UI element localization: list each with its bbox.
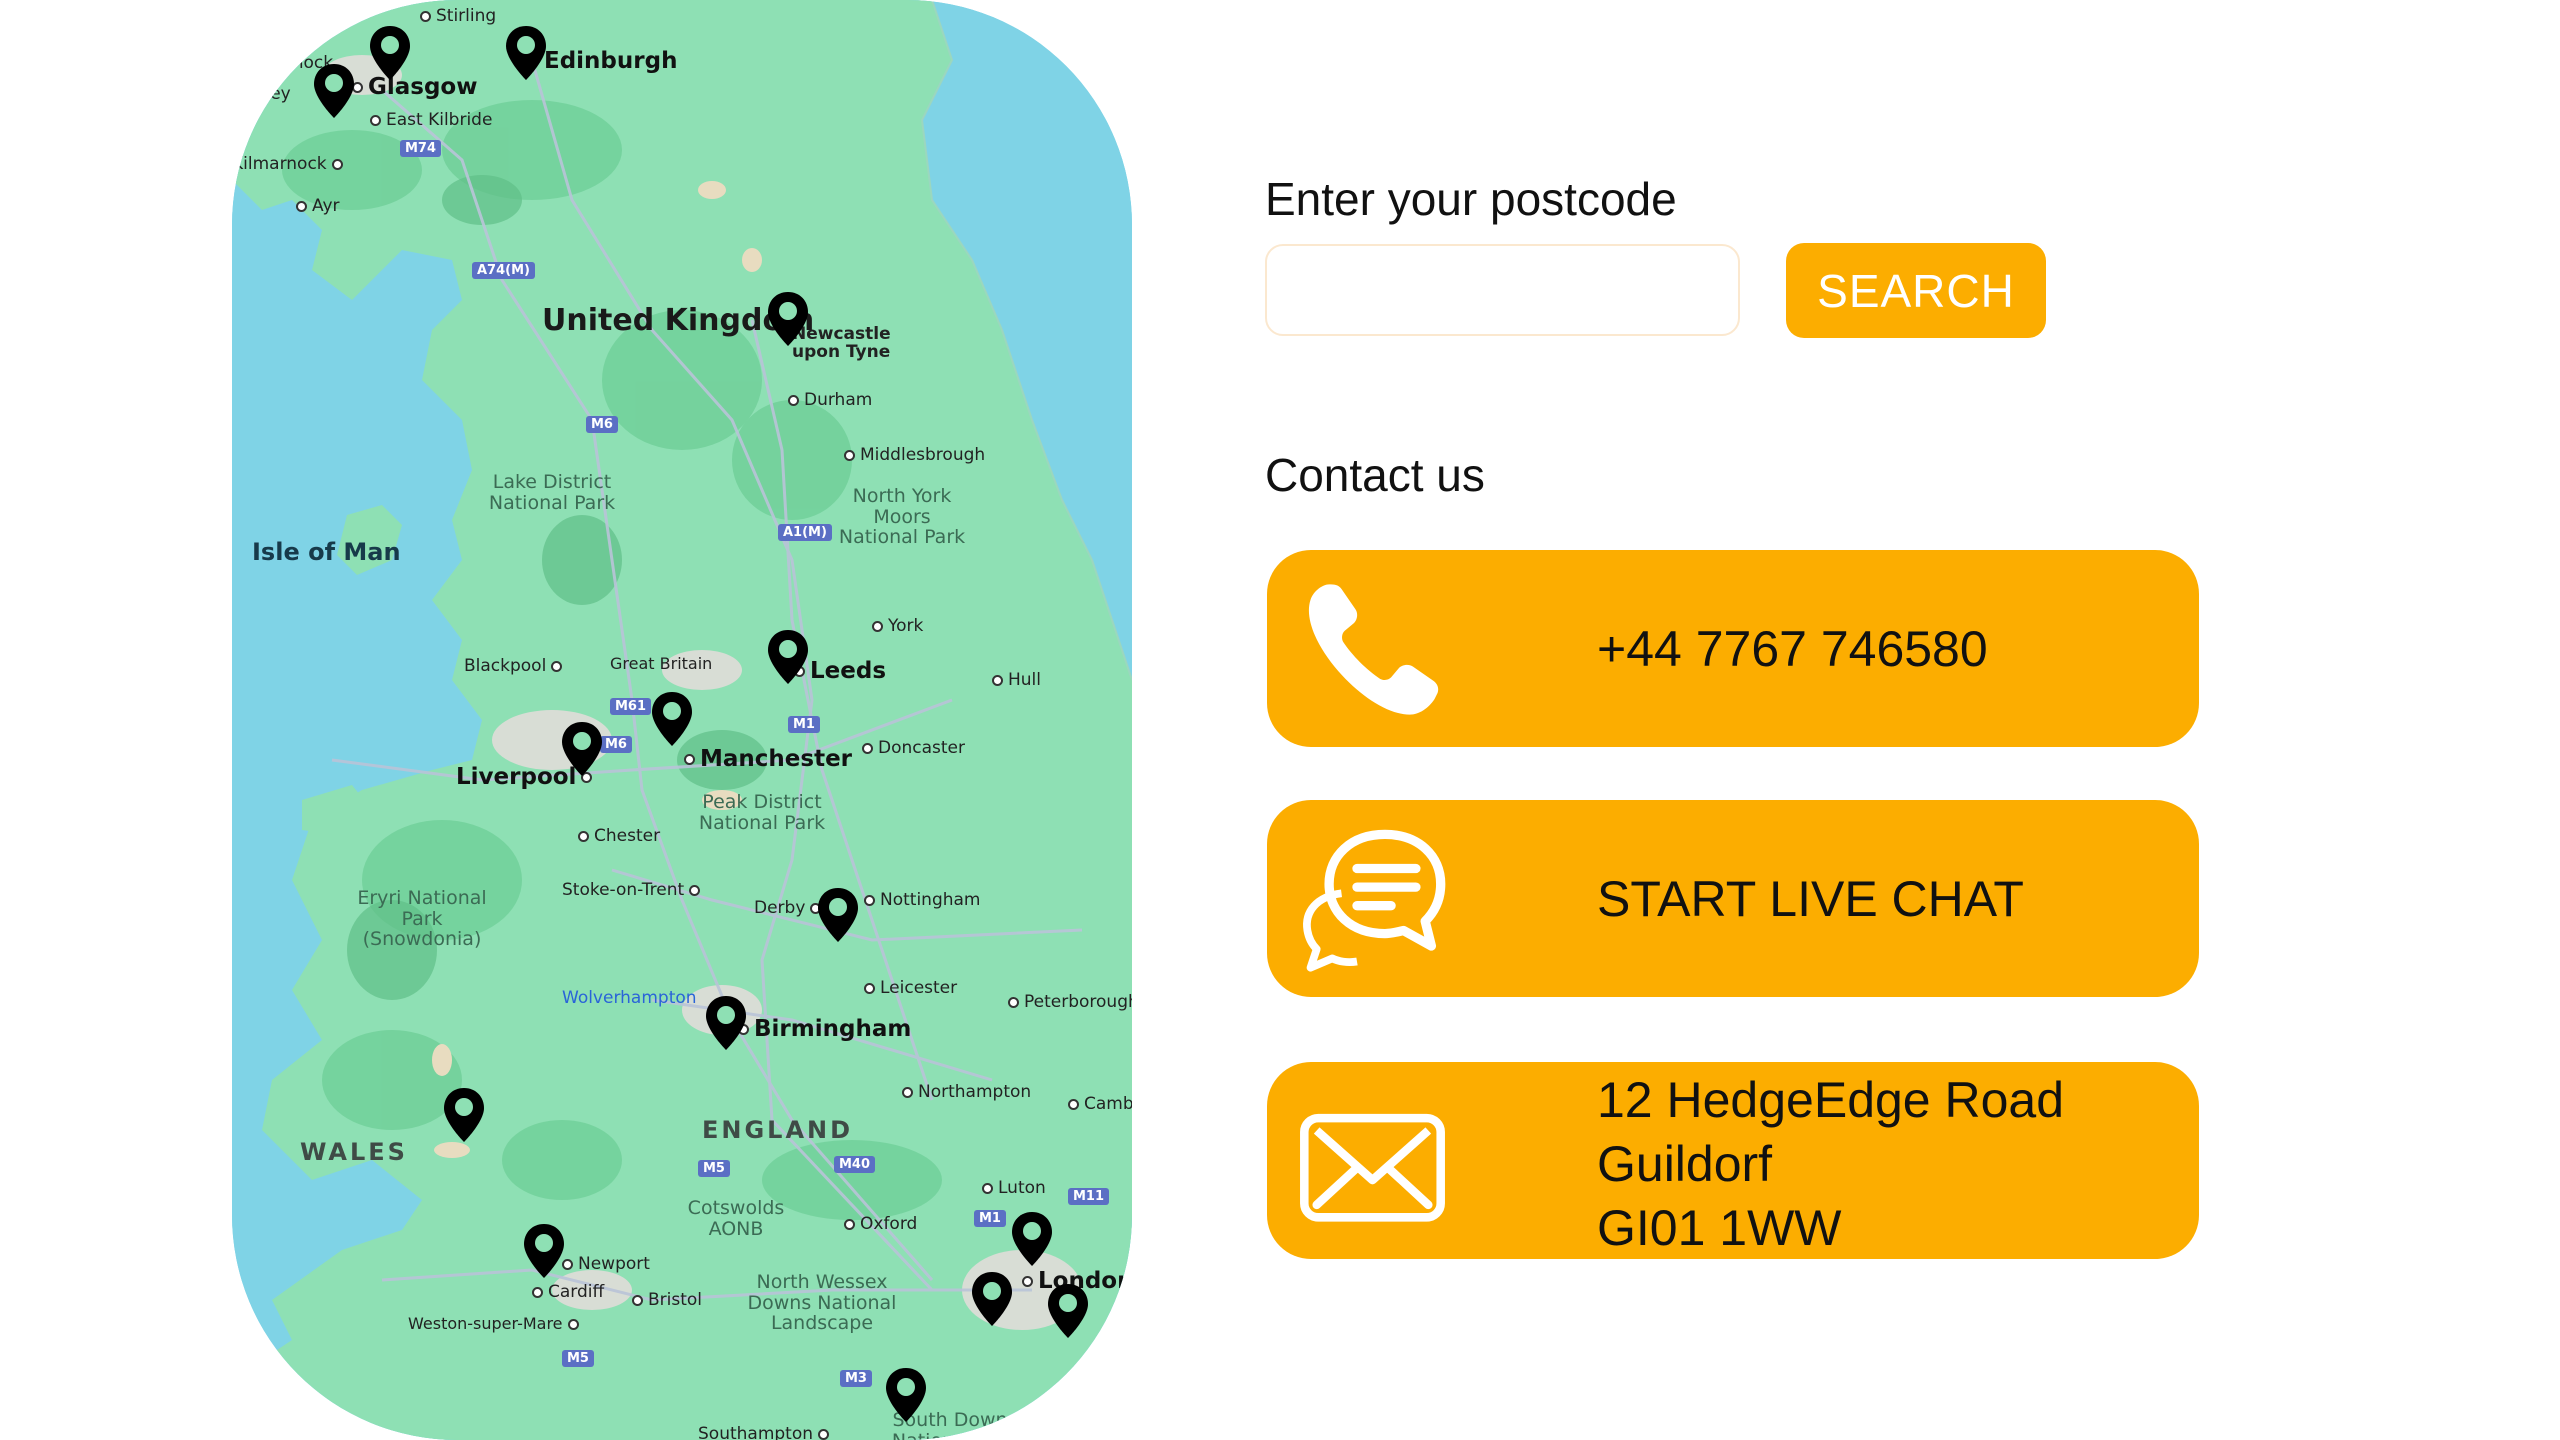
place-great-britain: Great Britain — [610, 654, 713, 673]
place-york: York — [872, 618, 923, 635]
location-pin[interactable] — [560, 720, 604, 778]
place-birmingham: Birmingham — [738, 1018, 911, 1041]
road-m74: M74 — [400, 140, 442, 157]
location-pin[interactable] — [650, 690, 694, 748]
place-paisley: Paisley — [232, 84, 291, 104]
envelope-icon — [1300, 1113, 1445, 1222]
location-pin[interactable] — [704, 994, 748, 1052]
phone-icon — [1308, 584, 1439, 715]
place-stirling: Stirling — [420, 8, 496, 25]
place-bristol: Bristol — [632, 1292, 702, 1309]
postcode-input[interactable] — [1265, 244, 1740, 336]
road-m61: M61 — [610, 698, 652, 715]
place-england: ENGLAND — [702, 1116, 854, 1144]
road-m40: M40 — [834, 1156, 876, 1173]
map-panel[interactable]: Stirling Greenock Glasgow Edinburgh Pais… — [232, 0, 1132, 1440]
place-cardiff: Cardiff — [532, 1284, 604, 1301]
place-lake-district: Lake District National Park — [488, 471, 616, 514]
road-m11: M11 — [1068, 1188, 1110, 1205]
location-pin[interactable] — [970, 1270, 1014, 1328]
live-chat-label: START LIVE CHAT — [1597, 870, 2024, 927]
search-button[interactable]: SEARCH — [1786, 243, 2046, 338]
location-pin[interactable] — [442, 1086, 486, 1144]
road-m5: M5 — [698, 1160, 730, 1177]
location-pin[interactable] — [1046, 1282, 1090, 1340]
phone-number: +44 7767 746580 — [1597, 620, 1988, 677]
place-cotswolds: Cotswolds AONB — [687, 1197, 785, 1240]
location-pin[interactable] — [368, 24, 412, 82]
location-pin[interactable] — [766, 290, 810, 348]
place-wolverhampton: Wolverhampton — [562, 988, 697, 1008]
place-nottingham: Nottingham — [864, 892, 981, 909]
place-chester: Chester — [578, 828, 660, 845]
location-pin[interactable] — [1010, 1210, 1054, 1268]
location-pin[interactable] — [312, 62, 356, 120]
place-middlesbrough: Middlesbrough — [844, 447, 985, 464]
place-north-york-moors: North York Moors National Park — [838, 485, 966, 549]
place-leicester: Leicester — [864, 980, 957, 997]
road-m3: M3 — [840, 1370, 872, 1387]
place-kilmarnock: Kilmarnock — [232, 156, 348, 173]
location-pin[interactable] — [816, 886, 860, 944]
place-ayr: Ayr — [296, 198, 340, 215]
address-line-3: GI01 1WW — [1597, 1200, 1842, 1256]
road-a1m: A1(M) — [778, 524, 832, 541]
place-stoke: Stoke-on-Trent — [562, 882, 705, 899]
location-pin[interactable] — [504, 24, 548, 82]
postcode-label: Enter your postcode — [1265, 173, 1677, 225]
address-line-2: Guildorf — [1597, 1136, 1773, 1192]
place-blackpool: Blackpool — [464, 658, 567, 675]
place-northampton: Northampton — [902, 1084, 1031, 1101]
location-pin[interactable] — [766, 628, 810, 686]
place-peterborough: Peterborough — [1008, 994, 1132, 1011]
place-cambridge: Cambridge — [1068, 1096, 1132, 1113]
road-a74m: A74(M) — [472, 262, 535, 279]
contact-title: Contact us — [1265, 449, 1485, 501]
place-southampton: Southampton — [698, 1426, 834, 1440]
road-m5-south: M5 — [562, 1350, 594, 1367]
place-east-kilbride: East Kilbride — [370, 112, 492, 129]
place-newport: Newport — [562, 1256, 650, 1273]
place-edinburgh: Edinburgh — [528, 50, 677, 73]
place-isle-of-man: Isle of Man — [252, 538, 401, 566]
place-peak-district: Peak District National Park — [698, 791, 826, 834]
phone-contact-button[interactable]: +44 7767 746580 — [1267, 550, 2199, 747]
road-m1-south: M1 — [974, 1210, 1006, 1227]
place-north-wessex: North Wessex Downs National Landscape — [747, 1271, 897, 1335]
place-oxford: Oxford — [844, 1216, 917, 1233]
location-pin[interactable] — [884, 1366, 928, 1424]
location-pin[interactable] — [522, 1222, 566, 1280]
place-eryri: Eryri National Park (Snowdonia) — [357, 887, 487, 951]
address-line-1: 12 HedgeEdge Road — [1597, 1072, 2065, 1128]
chat-bubbles-icon — [1303, 829, 1446, 972]
place-doncaster: Doncaster — [862, 740, 965, 757]
road-m6-north: M6 — [586, 416, 618, 433]
live-chat-button[interactable]: START LIVE CHAT — [1267, 800, 2199, 997]
place-united-kingdom: United Kingdom — [542, 303, 815, 338]
place-newcastle: Newcastle upon Tyne — [792, 324, 891, 362]
place-luton: Luton — [982, 1180, 1046, 1197]
address-text: 12 HedgeEdge Road Guildorf GI01 1WW — [1597, 1068, 2064, 1260]
road-m6-mid: M6 — [600, 736, 632, 753]
place-manchester: Manchester — [684, 748, 852, 771]
place-hull: Hull — [992, 672, 1041, 689]
address-card[interactable]: 12 HedgeEdge Road Guildorf GI01 1WW — [1267, 1062, 2199, 1259]
place-durham: Durham — [788, 392, 872, 409]
place-weston: Weston-super-Mare — [408, 1316, 584, 1332]
road-m1-north: M1 — [788, 716, 820, 733]
place-wales: WALES — [300, 1138, 408, 1166]
